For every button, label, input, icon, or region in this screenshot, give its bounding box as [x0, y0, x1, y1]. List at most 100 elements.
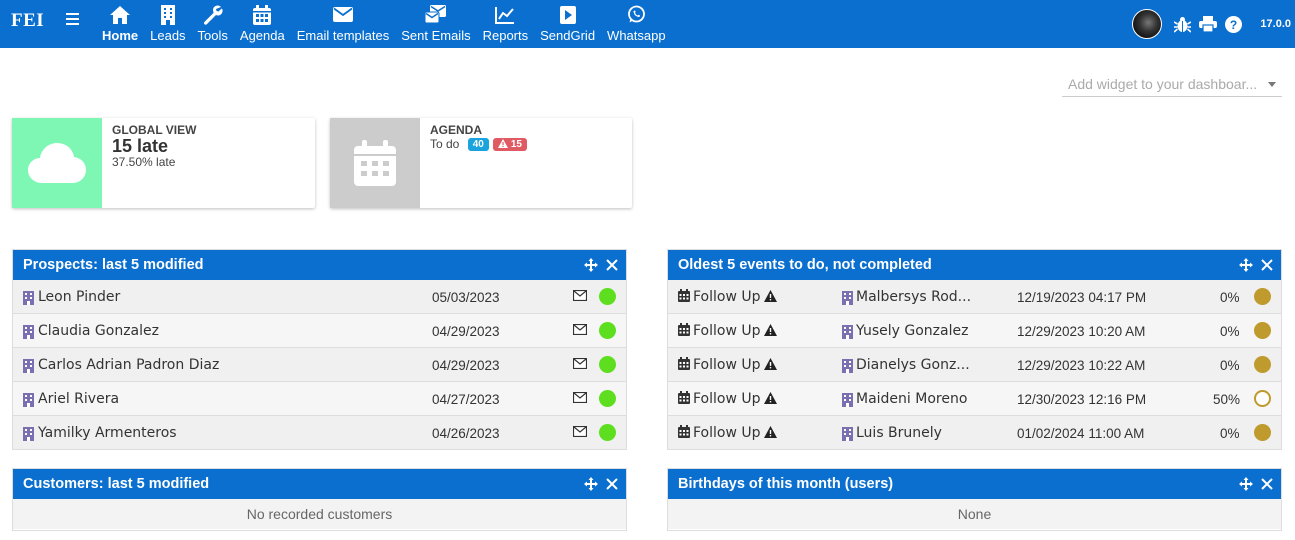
status-dot — [599, 390, 616, 407]
agenda-box[interactable]: AGENDA To do 40 15 — [330, 118, 632, 208]
prospect-name[interactable]: Ariel Rivera — [38, 391, 119, 407]
todo-count-badge[interactable]: 40 — [467, 138, 489, 152]
toolbar-right: ? 17.0.0 — [1132, 0, 1295, 48]
close-icon[interactable] — [1261, 258, 1273, 272]
prospect-date: 04/29/2023 — [432, 324, 500, 339]
building-icon — [23, 325, 34, 339]
menu-item-reports[interactable]: Reports — [477, 0, 535, 48]
move-icon[interactable] — [584, 258, 598, 272]
event-contact[interactable]: Dianelys Gonz... — [856, 357, 970, 373]
menu-item-sendgrid[interactable]: SendGrid — [534, 0, 601, 48]
app-logo[interactable]: FEI — [11, 10, 44, 32]
prospect-name[interactable]: Leon Pinder — [38, 289, 120, 305]
event-type-cell[interactable]: Follow Up — [678, 323, 777, 339]
global-view-sub: 37.50% late — [112, 155, 176, 169]
menu-label: Leads — [150, 28, 186, 43]
prospect-row[interactable]: Claudia Gonzalez 04/29/2023 — [13, 314, 626, 348]
menu-label: Reports — [482, 28, 529, 43]
event-contact[interactable]: Yusely Gonzalez — [856, 323, 968, 339]
event-datetime: 12/19/2023 04:17 PM — [1017, 290, 1147, 305]
birthdays-empty-message: None — [668, 499, 1281, 529]
close-icon[interactable] — [606, 258, 618, 272]
building-icon — [842, 393, 853, 407]
menu-item-whatsapp[interactable]: Whatsapp — [601, 0, 672, 48]
menu-item-agenda[interactable]: Agenda — [234, 0, 291, 48]
menu-item-sent-emails[interactable]: Sent Emails — [395, 0, 476, 48]
menu-item-email-templates[interactable]: Email templates — [291, 0, 395, 48]
building-icon — [23, 427, 34, 441]
calendar-icon — [678, 425, 690, 438]
event-type-cell[interactable]: Follow Up — [678, 289, 777, 305]
warning-icon — [763, 392, 777, 404]
move-icon[interactable] — [1239, 258, 1253, 272]
close-icon[interactable] — [1261, 477, 1273, 491]
global-view-box[interactable]: GLOBAL VIEW 15 late 37.50% late — [12, 118, 315, 208]
event-progress: 0% — [1220, 358, 1240, 373]
event-type-cell[interactable]: Follow Up — [678, 357, 777, 373]
event-contact[interactable]: Malbersys Rod... — [856, 289, 971, 305]
customers-panel-title: Customers: last 5 modified — [23, 476, 210, 492]
event-type-cell[interactable]: Follow Up — [678, 391, 777, 407]
envelope-icon — [332, 3, 353, 26]
event-contact[interactable]: Luis Brunely — [856, 425, 942, 441]
help-icon[interactable]: ? — [1225, 15, 1243, 33]
add-widget-select[interactable]: Add widget to your dashboar... — [1062, 74, 1282, 97]
building-icon — [23, 291, 34, 305]
prospect-row[interactable]: Yamilky Armenteros 04/26/2023 — [13, 416, 626, 450]
building-icon — [842, 359, 853, 373]
prospect-date: 04/26/2023 — [432, 426, 500, 441]
birthdays-panel-header: Birthdays of this month (users) — [668, 469, 1281, 499]
warning-icon — [763, 358, 777, 370]
move-icon[interactable] — [1239, 477, 1253, 491]
menu-item-tools[interactable]: Tools — [192, 0, 234, 48]
whatsapp-icon — [627, 3, 646, 26]
envelope-icon[interactable] — [573, 426, 587, 437]
menu-item-leads[interactable]: Leads — [144, 0, 191, 48]
event-progress: 50% — [1213, 392, 1241, 407]
late-count-badge[interactable]: 15 — [492, 138, 527, 152]
menu-item-home[interactable]: Home — [96, 0, 144, 48]
event-progress: 0% — [1220, 324, 1240, 339]
close-icon[interactable] — [606, 477, 618, 491]
event-row[interactable]: Follow Up Dianelys Gonz... 12/29/2023 10… — [668, 348, 1281, 382]
building-icon — [160, 3, 176, 26]
birthdays-panel-title: Birthdays of this month (users) — [678, 476, 894, 492]
envelope-icon[interactable] — [573, 392, 587, 403]
event-row[interactable]: Follow Up Maideni Moreno 12/30/2023 12:1… — [668, 382, 1281, 416]
menu-label: Home — [102, 28, 139, 43]
prospect-row[interactable]: Ariel Rivera 04/27/2023 — [13, 382, 626, 416]
menu-label: SendGrid — [540, 28, 596, 43]
envelope-icon[interactable] — [573, 290, 587, 301]
envelope-icon[interactable] — [573, 324, 587, 335]
event-contact[interactable]: Maideni Moreno — [856, 391, 967, 407]
prospect-name[interactable]: Yamilky Armenteros — [38, 425, 177, 441]
prospect-name[interactable]: Claudia Gonzalez — [38, 323, 159, 339]
envelope-icon[interactable] — [573, 358, 587, 369]
prospect-name[interactable]: Carlos Adrian Padron Diaz — [38, 357, 219, 373]
calendar-icon — [253, 3, 272, 26]
printer-icon[interactable] — [1199, 16, 1218, 32]
late-count-value: 15 — [510, 139, 522, 151]
birthdays-panel: Birthdays of this month (users) None — [667, 468, 1282, 531]
status-dot — [1254, 424, 1271, 441]
move-icon[interactable] — [584, 477, 598, 491]
add-widget-placeholder: Add widget to your dashboar... — [1068, 76, 1258, 92]
calendar-icon — [678, 289, 690, 302]
status-dot — [1254, 390, 1271, 407]
event-row[interactable]: Follow Up Yusely Gonzalez 12/29/2023 10:… — [668, 314, 1281, 348]
bug-icon[interactable] — [1174, 16, 1192, 33]
prospect-row[interactable]: Carlos Adrian Padron Diaz 04/29/2023 — [13, 348, 626, 382]
wrench-icon — [203, 3, 223, 26]
warning-icon — [763, 290, 777, 302]
prospects-panel: Prospects: last 5 modified Leon Pinder 0… — [12, 249, 627, 450]
menu-label: Email templates — [296, 28, 390, 43]
event-row[interactable]: Follow Up Luis Brunely 01/02/2024 11:00 … — [668, 416, 1281, 450]
event-type-cell[interactable]: Follow Up — [678, 425, 777, 441]
prospects-panel-title: Prospects: last 5 modified — [23, 257, 204, 273]
user-avatar[interactable] — [1132, 9, 1163, 39]
global-view-title: GLOBAL VIEW — [112, 123, 197, 137]
event-datetime: 01/02/2024 11:00 AM — [1017, 426, 1145, 441]
event-row[interactable]: Follow Up Malbersys Rod... 12/19/2023 04… — [668, 280, 1281, 314]
prospect-row[interactable]: Leon Pinder 05/03/2023 — [13, 280, 626, 314]
hamburger-menu-icon[interactable] — [66, 13, 79, 27]
